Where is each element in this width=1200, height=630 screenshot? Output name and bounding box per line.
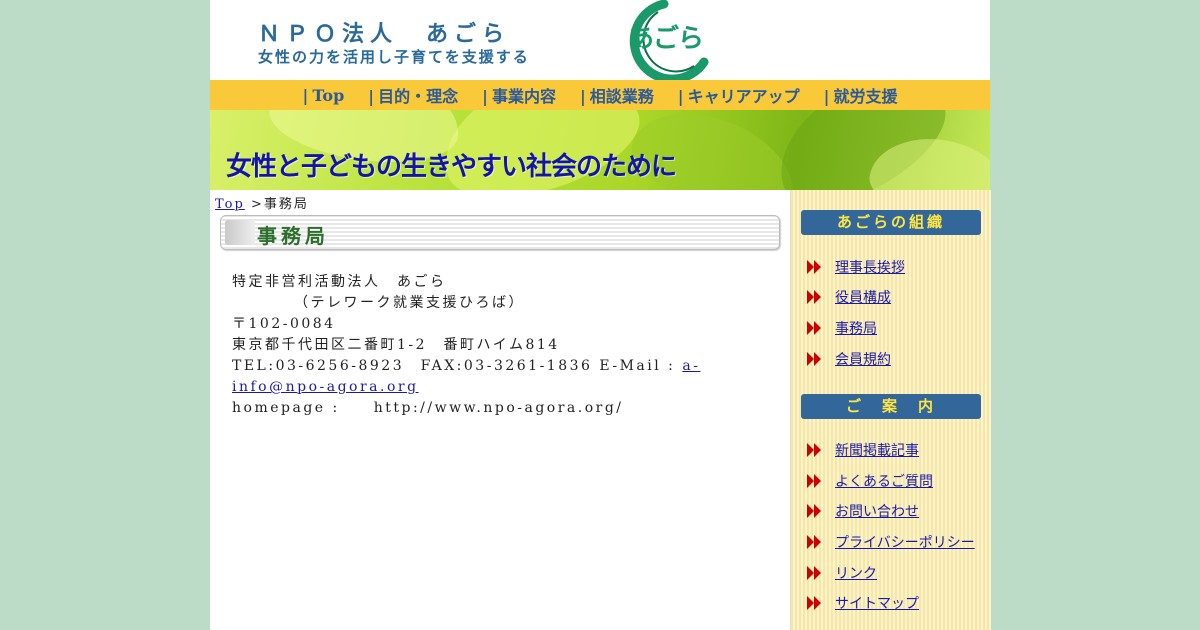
phone-fax: TEL:03-6256-8923 FAX:03-3261-1836 E-Mail…: [232, 358, 683, 374]
breadcrumb: Top >事務局: [215, 193, 309, 212]
nav-purpose-label: 目的・理念: [378, 87, 459, 106]
sidebar-item-contact[interactable]: お問い合わせ: [807, 500, 919, 522]
double-arrow-icon: [807, 443, 821, 457]
sidebar-item-news-articles[interactable]: 新聞掲載記事: [807, 439, 919, 461]
nav-career-up-label: キャリアアップ: [687, 87, 800, 106]
section-header: 事務局: [220, 215, 780, 250]
sidebar-item-label: お問い合わせ: [835, 504, 919, 520]
breadcrumb-top-link[interactable]: Top: [215, 197, 245, 212]
nav-separator: |: [482, 87, 488, 106]
double-arrow-icon: [807, 290, 821, 304]
double-arrow-icon: [807, 352, 821, 366]
nav-consultation-label: 相談業務: [589, 87, 654, 106]
homepage-url: http://www.npo-agora.org/: [373, 400, 624, 416]
sidebar-item-label: よくあるご質問: [835, 474, 933, 490]
sidebar-item-secretariat[interactable]: 事務局: [807, 317, 877, 339]
nav-separator: |: [677, 87, 684, 106]
nav-top[interactable]: | Top: [303, 86, 345, 105]
banner-slogan: 女性と子どもの生きやすい社会のために: [226, 152, 677, 182]
site-header: ＮＰＯ法人 あごら 女性の力を活用し子育てを支援する あごら: [210, 0, 990, 80]
double-arrow-icon: [807, 260, 821, 274]
sidebar-item-label: プライバシーポリシー: [835, 535, 975, 551]
nav-separator: |: [579, 87, 586, 106]
nav-employment[interactable]: | 就労支援: [824, 83, 898, 107]
nav-career-up[interactable]: | キャリアアップ: [678, 83, 800, 107]
org-tagline: 女性の力を活用し子育てを支援する: [258, 48, 530, 66]
sidebar-item-label: 事務局: [835, 321, 877, 337]
sidebar-item-label: 役員構成: [835, 290, 891, 306]
sidebar-item-label: サイトマップ: [835, 596, 919, 612]
nav-business[interactable]: | 事業内容: [482, 83, 556, 107]
postal-code: 〒102-0084: [232, 316, 336, 332]
sidebar-item-officers[interactable]: 役員構成: [807, 286, 891, 308]
nav-separator: |: [368, 87, 375, 106]
sidebar-item-sitemap[interactable]: サイトマップ: [807, 592, 919, 614]
nav-top-label: Top: [312, 85, 345, 105]
double-arrow-icon: [807, 566, 821, 580]
double-arrow-icon: [807, 504, 821, 518]
address: 東京都千代田区二番町1-2 番町ハイム814: [232, 337, 560, 353]
homepage-label: homepage :: [232, 400, 340, 416]
double-arrow-icon: [807, 474, 821, 488]
sidebar-heading-organization: あごらの組織: [801, 210, 981, 235]
main-nav: | Top | 目的・理念 | 事業内容 | 相談業務 | キャリアアップ | 就労支援: [210, 80, 990, 110]
sidebar-item-label: 理事長挨拶: [835, 260, 905, 276]
page-container: ＮＰＯ法人 あごら 女性の力を活用し子育てを支援する あごら | Top | 目的・…: [210, 0, 991, 630]
nav-separator: |: [302, 85, 309, 105]
nav-separator: |: [823, 87, 830, 106]
sidebar-heading-guide: ご 案 内: [801, 394, 981, 419]
hero-banner: 女性と子どもの生きやすい社会のために: [210, 110, 990, 190]
sidebar-item-label: リンク: [835, 566, 877, 582]
breadcrumb-current: 事務局: [263, 197, 309, 212]
contact-line: TEL:03-6256-8923 FAX:03-3261-1836 E-Mail…: [232, 356, 772, 398]
sidebar-item-label: 会員規約: [835, 352, 891, 368]
page-title: 事務局: [257, 224, 329, 248]
org-name: 特定非営利活動法人 あごら: [232, 274, 447, 290]
double-arrow-icon: [807, 596, 821, 610]
nav-purpose[interactable]: | 目的・理念: [368, 83, 458, 107]
sidebar-item-privacy-policy[interactable]: プライバシーポリシー: [807, 531, 975, 553]
nav-employment-label: 就労支援: [833, 87, 898, 106]
sidebar: あごらの組織 理事長挨拶 役員構成 事務局 会員規約 ご 案 内 新聞掲載記事 …: [790, 190, 991, 630]
section-header-decoration: [225, 220, 255, 245]
breadcrumb-separator: >: [250, 197, 264, 212]
office-info: 特定非営利活動法人 あごら （テレワーク就業支援ひろば） 〒102-0084 東…: [232, 272, 772, 419]
nav-business-label: 事業内容: [491, 87, 556, 106]
homepage-line: homepage : http://www.npo-agora.org/: [232, 398, 772, 419]
double-arrow-icon: [807, 321, 821, 335]
nav-consultation[interactable]: | 相談業務: [580, 83, 654, 107]
logo-text: あごら: [628, 24, 704, 54]
sidebar-item-chairman-greeting[interactable]: 理事長挨拶: [807, 256, 905, 278]
sidebar-item-membership-rules[interactable]: 会員規約: [807, 348, 891, 370]
double-arrow-icon: [807, 535, 821, 549]
sidebar-item-links[interactable]: リンク: [807, 562, 877, 584]
sidebar-item-faq[interactable]: よくあるご質問: [807, 470, 933, 492]
org-title: ＮＰＯ法人 あごら: [258, 22, 511, 47]
org-subname: （テレワーク就業支援ひろば）: [294, 295, 525, 311]
sidebar-item-label: 新聞掲載記事: [835, 443, 919, 459]
